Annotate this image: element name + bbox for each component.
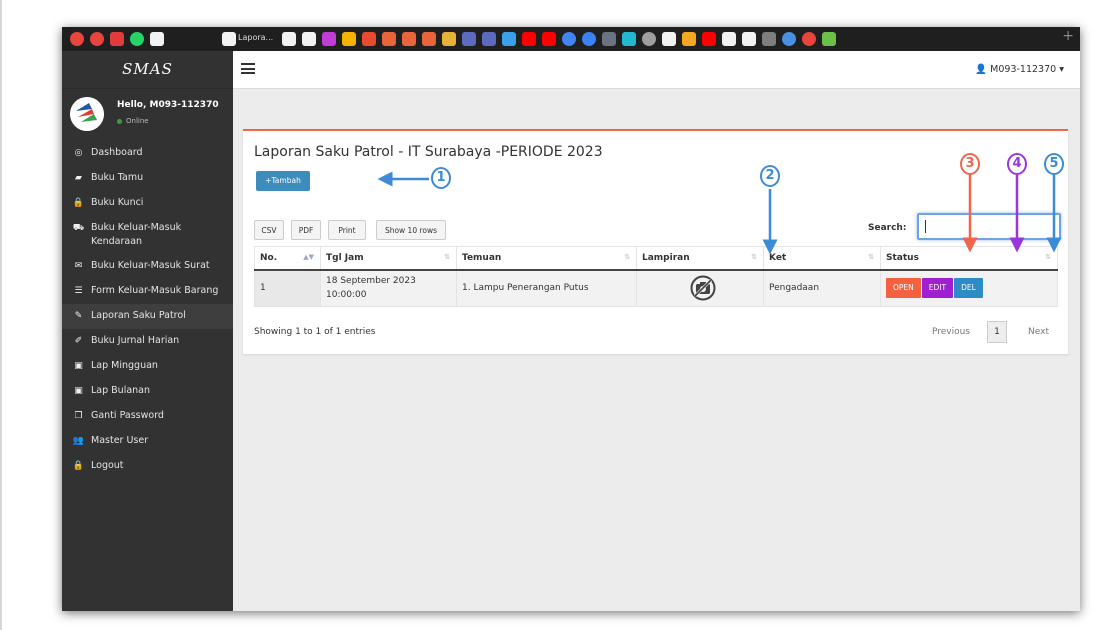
money-icon: ▣ [74,361,83,371]
sidebar-item-ganti-password[interactable]: ❐ Ganti Password [62,404,233,429]
sidebar-item-lap-bulanan[interactable]: ▣ Lap Bulanan [62,379,233,404]
user-panel: Hello, M093-112370 Online [62,89,233,141]
tab-app-icon[interactable] [622,32,636,46]
user-greeting: Hello, M093-112370 [117,100,219,110]
pencil-icon: ✎ [74,311,83,321]
online-status: Online [117,117,149,125]
tab-cp-icon[interactable] [382,32,396,46]
tab-google-icon[interactable] [802,32,816,46]
tab-slack-icon[interactable] [322,32,336,46]
copy-icon: ❐ [74,411,83,421]
annotation-number-3: 3 [960,153,980,175]
sidebar-item-buku-jurnal-harian[interactable]: ✐ Buku Jurnal Harian [62,329,233,354]
avatar [70,97,104,131]
new-tab-icon[interactable]: + [1062,28,1074,44]
tab-app-icon[interactable] [582,32,596,46]
annotation-number-1: 1 [431,167,451,189]
sidebar-item-label: Buku Jurnal Harian [91,335,180,346]
tab-cp-icon[interactable] [422,32,436,46]
app-brand[interactable]: SMAS [62,51,233,89]
sidebar-item-buku-kunci[interactable]: 🔒 Buku Kunci [62,191,233,216]
envelope-icon: ✉ [74,261,83,271]
money-icon: ▣ [74,386,83,396]
tab-google-icon[interactable] [90,32,104,46]
sidebar-item-label: Buku Kunci [91,197,144,208]
book-icon: ▰ [75,173,82,183]
tab-github-icon[interactable] [282,32,296,46]
annotation-number-5: 5 [1044,153,1064,175]
sidebar-item-logout[interactable]: 🔒 Logout [62,454,233,479]
sidebar-item-label: Buku Tamu [91,172,144,183]
tab-app-icon[interactable] [682,32,696,46]
tab-app-icon[interactable] [110,32,124,46]
sidebar-item-label: Buku Keluar-Masuk Kendaraan [91,222,182,247]
lock-icon: 🔒 [72,198,85,208]
tab-github-icon[interactable] [150,32,164,46]
sidebar-item-label: Lap Mingguan [91,360,158,371]
tab-app-icon[interactable] [502,32,516,46]
sidebar-nav: ◎ Dashboard ▰ Buku Tamu 🔒 Buku Kunci ⛟ Buku Kel… [62,141,233,479]
tab-cp-icon[interactable] [402,32,416,46]
tab-app-icon[interactable] [602,32,616,46]
sidebar-item-label: Master User [91,435,149,446]
tab-app-icon[interactable] [462,32,476,46]
tab-youtube-icon[interactable] [522,32,536,46]
tab-app-icon[interactable] [822,32,836,46]
sidebar-item-label: Form Keluar-Masuk Barang [91,285,219,296]
sidebar-item-buku-keluar-masuk-kendaraan[interactable]: ⛟ Buku Keluar-Masuk Kendaraan [62,216,233,254]
tab-google-icon[interactable] [70,32,84,46]
sidebar-item-laporan-saku-patrol[interactable]: ✎ Laporan Saku Patrol [62,304,233,329]
tab-app-icon[interactable] [762,32,776,46]
sidebar-item-dashboard[interactable]: ◎ Dashboard [62,141,233,166]
annotation-number-4: 4 [1007,153,1027,175]
truck-icon: ⛟ [72,223,85,233]
sidebar-item-label: Dashboard [91,147,143,158]
tab-whatsapp-icon[interactable] [130,32,144,46]
sidebar-item-master-user[interactable]: 👥 Master User [62,429,233,454]
tab-github-icon[interactable] [742,32,756,46]
sidebar-item-label: Buku Keluar-Masuk Surat [91,260,210,271]
list-icon: ☰ [74,286,83,296]
sidebar-item-buku-tamu[interactable]: ▰ Buku Tamu [62,166,233,191]
magic-icon: ✐ [74,336,83,346]
users-icon: 👥 [72,436,85,446]
lock-icon: 🔒 [72,461,85,471]
sidebar-item-label: Logout [91,460,124,471]
sidebar-item-label: Laporan Saku Patrol [91,310,186,321]
main-content: 👤 M093-112370 ▾ Laporan Saku Patrol - IT… [233,51,1080,611]
tab-app-icon[interactable] [782,32,796,46]
sidebar-item-lap-mingguan[interactable]: ▣ Lap Mingguan [62,354,233,379]
tab-youtube-icon[interactable] [702,32,716,46]
tab-github-icon[interactable] [662,32,676,46]
tab-app-icon[interactable] [362,32,376,46]
annotation-arrows [377,171,1062,255]
tab-github-icon[interactable] [302,32,316,46]
online-status-label: Online [126,117,149,125]
tab-github-icon[interactable] [222,32,236,46]
tab-app-icon[interactable] [482,32,496,46]
tab-github-icon[interactable] [722,32,736,46]
browser-window: Lapora... + SMAS Hello, M093-112370 Onli… [62,27,1080,611]
tab-drive-icon[interactable] [342,32,356,46]
tab-app-icon[interactable] [642,32,656,46]
sidebar-item-label: Lap Bulanan [91,385,151,396]
tab-app-icon[interactable] [442,32,456,46]
online-dot-icon [117,118,122,124]
tab-google-icon[interactable] [562,32,576,46]
sidebar-item-buku-keluar-masuk-surat[interactable]: ✉ Buku Keluar-Masuk Surat [62,254,233,279]
sidebar-item-label: Ganti Password [91,410,164,421]
dashboard-icon: ◎ [74,148,83,158]
browser-tab-bar: Lapora... + [62,27,1080,51]
annotation-number-2: 2 [760,165,780,187]
sidebar: SMAS Hello, M093-112370 Online ◎ Dashboar… [62,51,233,611]
screenshot-frame: Lapora... + SMAS Hello, M093-112370 Onli… [0,0,1119,630]
sidebar-item-form-keluar-masuk-barang[interactable]: ☰ Form Keluar-Masuk Barang [62,279,233,304]
active-tab-title[interactable]: Lapora... [238,33,273,42]
tab-youtube-icon[interactable] [542,32,556,46]
